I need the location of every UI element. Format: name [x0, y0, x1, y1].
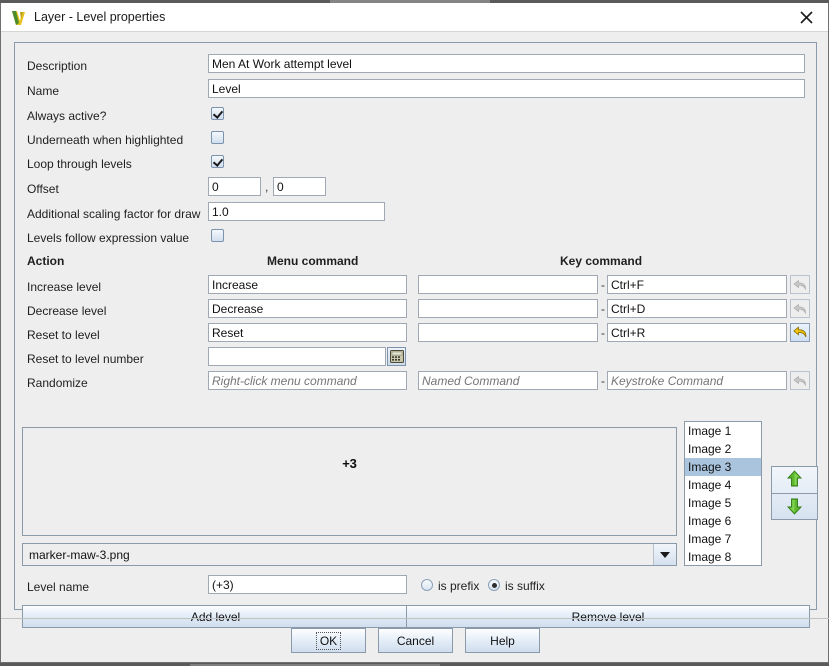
- is-suffix-radio[interactable]: [488, 579, 500, 591]
- ok-button-label: OK: [316, 632, 341, 650]
- name-input[interactable]: [208, 79, 805, 98]
- offset-separator: ,: [265, 180, 268, 194]
- decrease-level-label: Decrease level: [27, 304, 106, 318]
- list-item[interactable]: Image 1: [685, 422, 761, 440]
- dialog-titlebar: Layer - Level properties: [1, 3, 828, 32]
- randomize-named-input[interactable]: [418, 371, 598, 390]
- name-label: Name: [27, 84, 59, 98]
- always-active-checkbox[interactable]: [211, 107, 224, 120]
- move-down-icon: [786, 497, 803, 518]
- underneath-when-highlighted-label: Underneath when highlighted: [27, 133, 183, 147]
- reset-to-level-revert-icon[interactable]: [790, 323, 810, 342]
- image-file-combo[interactable]: marker-maw-3.png: [22, 543, 677, 566]
- level-properties-dialog: Layer - Level properties Description Nam…: [0, 3, 829, 663]
- move-buttons-group: [771, 466, 818, 520]
- chevron-down-icon[interactable]: [653, 544, 676, 565]
- decrease-level-named-input[interactable]: [418, 299, 598, 318]
- help-button[interactable]: Help: [465, 628, 540, 653]
- menu-command-column-header: Menu command: [267, 254, 358, 268]
- reset-to-level-menu-input[interactable]: [208, 323, 407, 342]
- randomize-keystroke-input[interactable]: [607, 371, 787, 390]
- move-down-button[interactable]: [772, 493, 817, 520]
- list-item[interactable]: Image 4: [685, 476, 761, 494]
- cancel-button[interactable]: Cancel: [378, 628, 453, 653]
- reset-to-level-separator: -: [601, 326, 605, 340]
- always-active-label: Always active?: [27, 109, 106, 123]
- vassal-app-icon: [10, 9, 27, 26]
- decrease-level-separator: -: [601, 302, 605, 316]
- increase-level-separator: -: [601, 278, 605, 292]
- image-list[interactable]: Image 1 Image 2 Image 3 Image 4 Image 5 …: [684, 421, 762, 566]
- scaling-factor-input[interactable]: [208, 202, 385, 221]
- reset-to-level-number-label: Reset to level number: [27, 352, 144, 366]
- increase-level-revert-icon[interactable]: [790, 275, 810, 294]
- calculator-icon[interactable]: [387, 347, 406, 366]
- ok-button[interactable]: OK: [291, 628, 366, 653]
- cancel-button-label: Cancel: [397, 634, 434, 648]
- is-prefix-radio[interactable]: [421, 579, 433, 591]
- list-item[interactable]: Image 6: [685, 512, 761, 530]
- randomize-revert-icon[interactable]: [790, 371, 810, 390]
- loop-through-levels-label: Loop through levels: [27, 157, 132, 171]
- list-item[interactable]: Image 5: [685, 494, 761, 512]
- reset-to-level-label: Reset to level: [27, 328, 100, 342]
- level-name-label: Level name: [27, 580, 89, 594]
- key-command-column-header: Key command: [560, 254, 642, 268]
- description-input[interactable]: [208, 54, 805, 73]
- action-column-header: Action: [27, 254, 64, 268]
- image-file-value: marker-maw-3.png: [23, 548, 653, 562]
- levels-follow-expression-label: Levels follow expression value: [27, 231, 189, 245]
- is-suffix-label: is suffix: [505, 579, 545, 593]
- preview-level-text: +3: [342, 456, 356, 471]
- reset-to-level-keystroke-input[interactable]: [607, 323, 787, 342]
- move-up-button[interactable]: [772, 467, 817, 493]
- description-label: Description: [27, 59, 87, 73]
- increase-level-label: Increase level: [27, 280, 101, 294]
- reset-to-level-number-input[interactable]: [208, 347, 386, 366]
- offset-label: Offset: [27, 182, 59, 196]
- level-name-input[interactable]: [208, 575, 407, 594]
- underneath-when-highlighted-checkbox[interactable]: [211, 131, 224, 144]
- decrease-level-revert-icon[interactable]: [790, 299, 810, 318]
- properties-panel: Description Name Always active? Undernea…: [14, 42, 817, 610]
- is-prefix-label: is prefix: [438, 579, 479, 593]
- decrease-level-keystroke-input[interactable]: [607, 299, 787, 318]
- levels-follow-expression-checkbox[interactable]: [211, 229, 224, 242]
- level-image-preview: +3: [22, 427, 677, 536]
- randomize-separator: -: [601, 374, 605, 388]
- list-item[interactable]: Image 3: [685, 458, 761, 476]
- increase-level-named-input[interactable]: [418, 275, 598, 294]
- offset-y-input[interactable]: [273, 177, 326, 196]
- list-item[interactable]: Image 7: [685, 530, 761, 548]
- dialog-footer: OK Cancel Help: [1, 618, 829, 662]
- decrease-level-menu-input[interactable]: [208, 299, 407, 318]
- scaling-factor-label: Additional scaling factor for draw: [27, 207, 200, 221]
- list-item[interactable]: Image 2: [685, 440, 761, 458]
- help-button-label: Help: [490, 634, 515, 648]
- loop-through-levels-checkbox[interactable]: [211, 155, 224, 168]
- dialog-body: Description Name Always active? Undernea…: [1, 32, 828, 662]
- offset-x-input[interactable]: [208, 177, 261, 196]
- list-item[interactable]: Image 8: [685, 548, 761, 566]
- dialog-title: Layer - Level properties: [34, 10, 784, 24]
- increase-level-keystroke-input[interactable]: [607, 275, 787, 294]
- increase-level-menu-input[interactable]: [208, 275, 407, 294]
- randomize-menu-input[interactable]: [208, 371, 407, 390]
- close-icon[interactable]: [784, 3, 828, 31]
- move-up-icon: [786, 470, 803, 491]
- reset-to-level-named-input[interactable]: [418, 323, 598, 342]
- randomize-label: Randomize: [27, 376, 88, 390]
